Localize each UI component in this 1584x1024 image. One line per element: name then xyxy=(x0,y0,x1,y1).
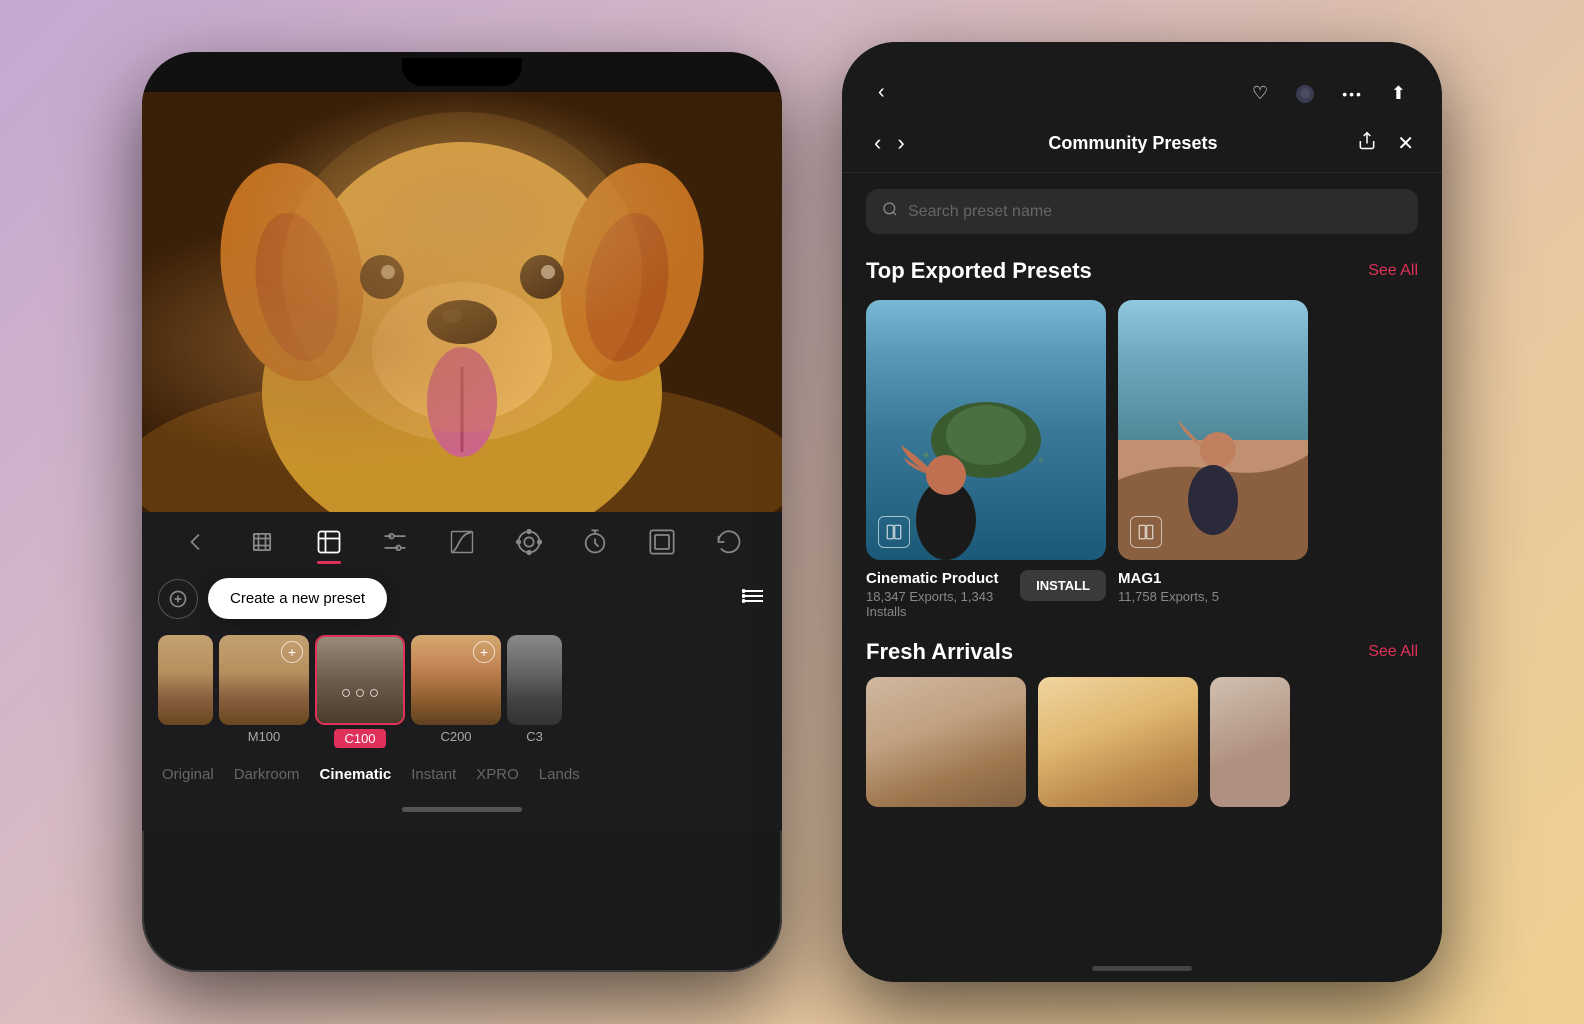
fresh-card-1[interactable] xyxy=(866,677,1026,807)
preset-card-name-2: MAG1 xyxy=(1118,570,1219,587)
preset-thumb-m100[interactable]: + M100 xyxy=(219,635,309,744)
top-exported-header: Top Exported Presets See All xyxy=(842,250,1442,300)
top-exported-title: Top Exported Presets xyxy=(866,258,1092,284)
right-phone-content: Search preset name Top Exported Presets … xyxy=(842,173,1442,982)
preset-label-c100: C100 xyxy=(334,729,385,748)
category-xpro[interactable]: XPRO xyxy=(476,766,519,783)
nav-share-btn[interactable] xyxy=(1357,131,1377,156)
fresh-arrivals-title: Fresh Arrivals xyxy=(866,639,1013,665)
card-overlay-icon-1 xyxy=(878,516,910,548)
status-heart-icon[interactable]: ♡ xyxy=(1252,83,1268,104)
category-darkroom[interactable]: Darkroom xyxy=(234,766,300,783)
toolbar-area: Create a new preset + xyxy=(142,512,782,831)
fresh-arrivals-section: Fresh Arrivals See All xyxy=(842,619,1442,665)
fresh-card-2[interactable] xyxy=(1038,677,1198,807)
top-exported-see-all[interactable]: See All xyxy=(1368,262,1418,280)
more-dots[interactable]: ••• xyxy=(1342,86,1363,102)
add-preset-c200[interactable]: + xyxy=(473,641,495,663)
preset-thumb-c100[interactable]: C100 xyxy=(315,635,405,748)
preset-card-img-cinematic xyxy=(866,300,1106,560)
category-original[interactable]: Original xyxy=(162,766,214,783)
share-icon-status[interactable]: ⬆ xyxy=(1391,83,1406,104)
preset-label-m100: M100 xyxy=(248,729,281,744)
install-btn-1[interactable]: INSTALL xyxy=(1020,570,1106,601)
timer-icon[interactable] xyxy=(573,524,617,560)
filter-icon[interactable] xyxy=(307,524,351,560)
fresh-card-3-partial[interactable] xyxy=(1210,677,1290,807)
search-bar[interactable]: Search preset name xyxy=(866,189,1418,234)
status-bar: ‹ ♡ ⬤ ••• ⬆ xyxy=(842,42,1442,114)
app-nav-bar: ‹ › Community Presets ✕ xyxy=(842,114,1442,173)
fresh-arrivals-see-all[interactable]: See All xyxy=(1368,643,1418,661)
category-lands[interactable]: Lands xyxy=(539,766,580,783)
preset-img-c3 xyxy=(507,635,562,725)
right-phone: ‹ ♡ ⬤ ••• ⬆ ‹ › Community Presets ✕ xyxy=(842,42,1442,982)
create-preset-tooltip[interactable]: Create a new preset xyxy=(208,578,387,619)
home-bar-right xyxy=(1092,966,1192,971)
preset-label-c200: C200 xyxy=(440,729,471,744)
category-cinematic[interactable]: Cinematic xyxy=(320,766,392,783)
adjustments-icon[interactable] xyxy=(373,524,417,560)
preset-card-cinematic[interactable]: Cinematic Product 18,347 Exports, 1,343 … xyxy=(866,300,1106,619)
status-back-icon[interactable]: ‹ xyxy=(878,81,885,104)
preset-dot-1 xyxy=(342,689,350,697)
nav-actions: ✕ xyxy=(1357,131,1414,156)
fresh-arrivals-header: Fresh Arrivals See All xyxy=(866,639,1418,665)
preset-strip: + M100 C100 xyxy=(142,627,782,756)
card-overlay-icon-2 xyxy=(1130,516,1162,548)
frame-icon[interactable] xyxy=(640,524,684,560)
dog-photo xyxy=(142,92,782,512)
nav-close-btn[interactable]: ✕ xyxy=(1397,131,1414,156)
back-toolbar-btn[interactable] xyxy=(173,524,217,560)
preset-circle-button[interactable] xyxy=(158,579,198,619)
preset-card-name-1: Cinematic Product xyxy=(866,570,1012,587)
add-preset-m100[interactable]: + xyxy=(281,641,303,663)
preset-label-c3: C3 xyxy=(526,729,543,744)
list-button[interactable] xyxy=(742,584,766,613)
preset-thumb-c3[interactable]: C3 xyxy=(507,635,562,744)
preset-cards: Cinematic Product 18,347 Exports, 1,343 … xyxy=(842,300,1442,619)
preset-card-info-2: MAG1 11,758 Exports, 5 xyxy=(1118,570,1308,604)
preset-card-stats-1: 18,347 Exports, 1,343 Installs xyxy=(866,589,1012,619)
crop-icon[interactable] xyxy=(240,524,284,560)
history-icon[interactable] xyxy=(707,524,751,560)
left-phone: Create a new preset + xyxy=(142,52,782,972)
home-indicator xyxy=(142,795,782,823)
preset-img-c100 xyxy=(315,635,405,725)
search-bar-wrap: Search preset name xyxy=(842,173,1442,250)
home-bar xyxy=(402,807,522,812)
nav-back-btn[interactable]: ‹ xyxy=(870,126,885,160)
curves-icon[interactable] xyxy=(440,524,484,560)
preset-dot-3 xyxy=(370,689,378,697)
search-icon xyxy=(882,201,898,222)
nav-forward-btn[interactable]: › xyxy=(893,126,908,160)
preset-card-stats-2: 11,758 Exports, 5 xyxy=(1118,589,1219,604)
active-indicator xyxy=(317,561,341,564)
effects-icon[interactable] xyxy=(507,524,551,560)
toolbar-icons xyxy=(142,524,782,560)
search-placeholder[interactable]: Search preset name xyxy=(908,203,1052,221)
preset-dots xyxy=(342,689,378,697)
home-indicator-right xyxy=(842,954,1442,982)
preset-card-info-1: Cinematic Product 18,347 Exports, 1,343 … xyxy=(866,570,1106,619)
preset-thumb-partial-left[interactable] xyxy=(158,635,213,725)
category-row: Original Darkroom Cinematic Instant XPRO… xyxy=(142,756,782,795)
preset-thumb-c200[interactable]: + C200 xyxy=(411,635,501,744)
preset-controls: Create a new preset xyxy=(142,570,782,627)
camera-dot: ⬤ xyxy=(1296,85,1314,103)
preset-card-img-mag1 xyxy=(1118,300,1308,560)
preset-img-partial xyxy=(158,635,213,725)
bottom-spacer xyxy=(842,807,1442,954)
preset-card-mag1[interactable]: MAG1 11,758 Exports, 5 xyxy=(1118,300,1308,619)
notch xyxy=(402,58,522,86)
nav-title: Community Presets xyxy=(1048,133,1217,154)
preset-dot-2 xyxy=(356,689,364,697)
fresh-cards xyxy=(842,677,1442,807)
preset-img-c200: + xyxy=(411,635,501,725)
category-instant[interactable]: Instant xyxy=(411,766,456,783)
preset-img-m100: + xyxy=(219,635,309,725)
notch-area xyxy=(142,52,782,92)
